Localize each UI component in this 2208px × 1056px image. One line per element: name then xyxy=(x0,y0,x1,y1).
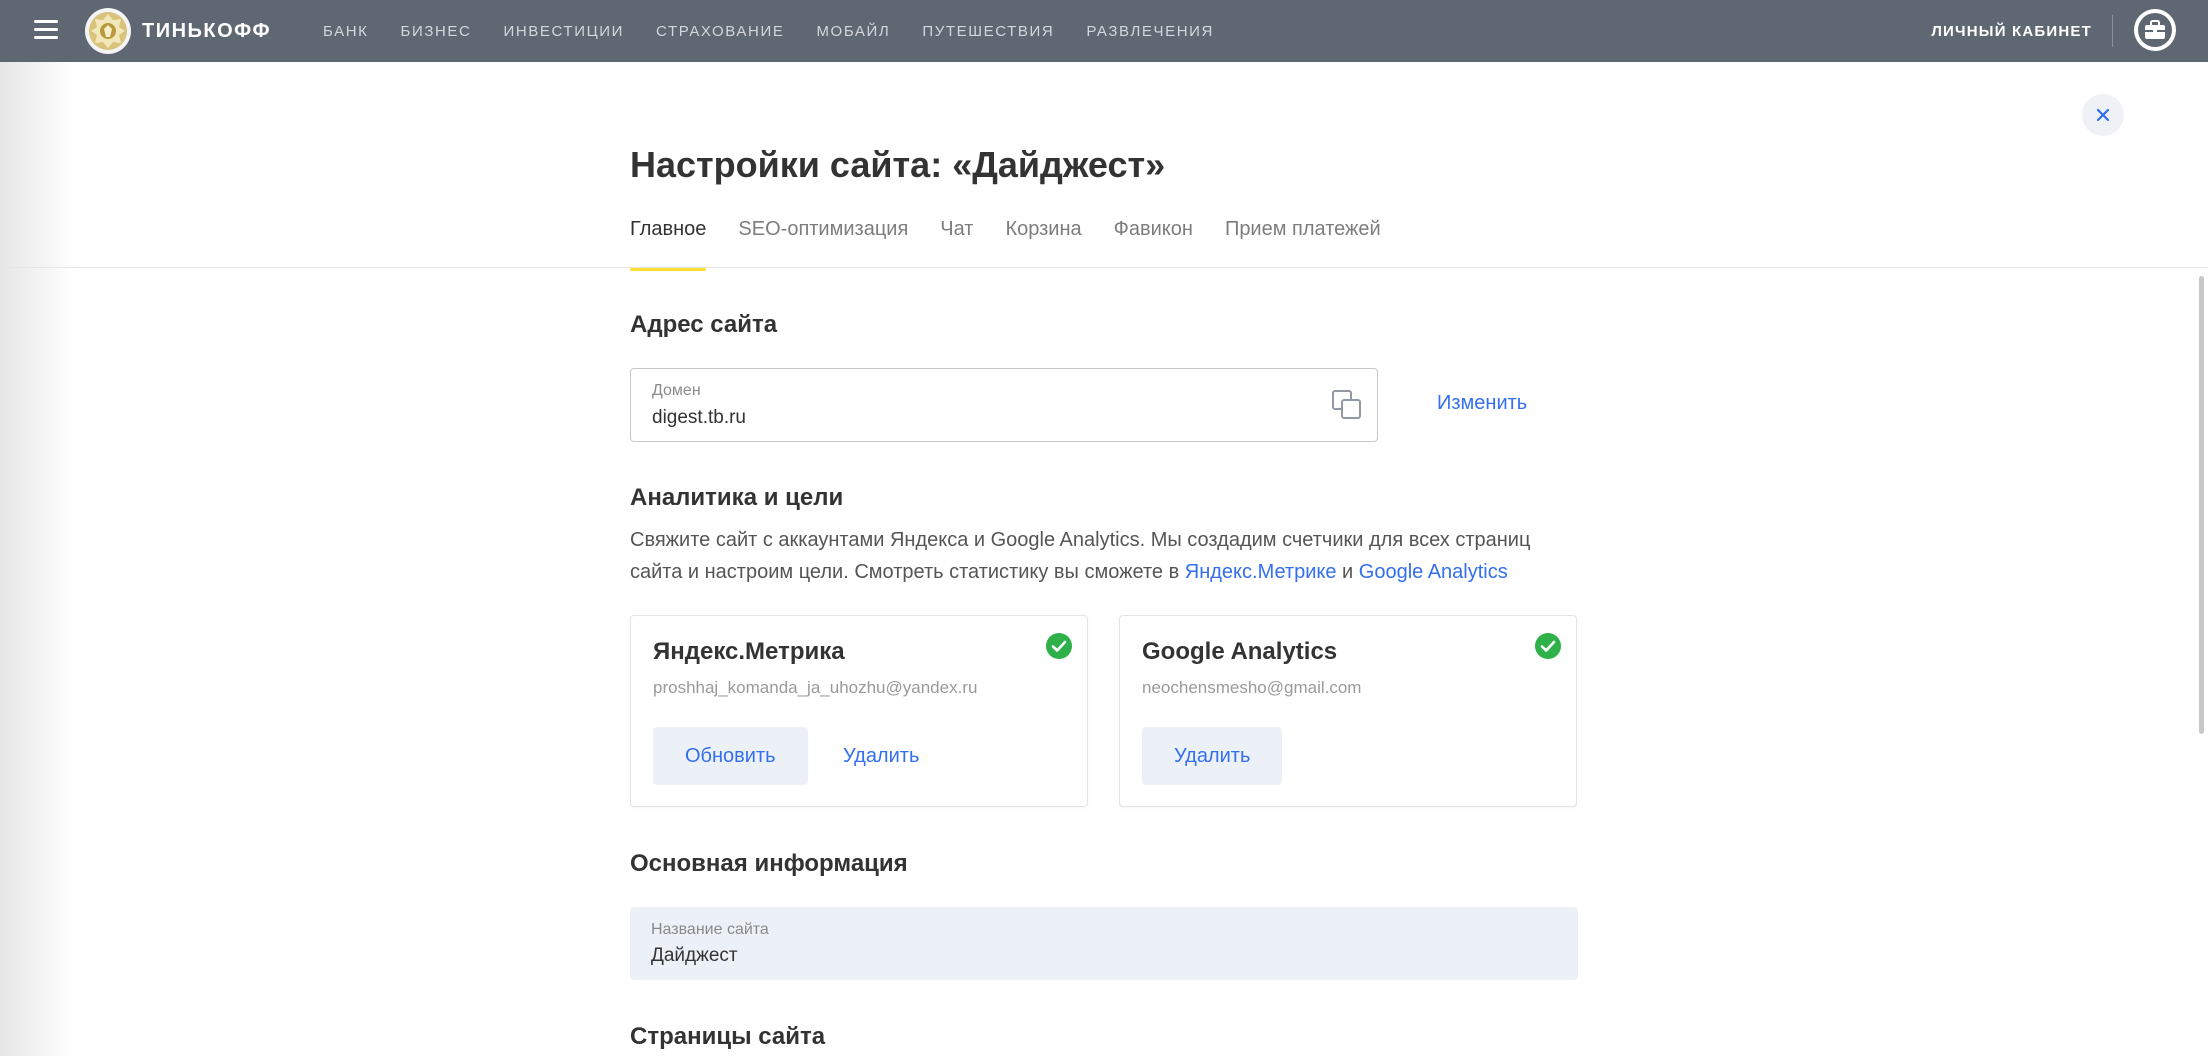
card-title: Google Analytics xyxy=(1142,638,1338,665)
nav-item-investments[interactable]: ИНВЕСТИЦИИ xyxy=(503,23,624,40)
close-button[interactable] xyxy=(2082,94,2124,136)
tab-chat[interactable]: Чат xyxy=(940,218,973,268)
page-title: Настройки сайта: «Дайджест» xyxy=(630,144,1166,185)
card-email: neochensmesho@gmail.com xyxy=(1142,678,1362,697)
briefcase-icon xyxy=(2145,20,2165,39)
brand-logo[interactable]: ТИНЬКОФФ xyxy=(84,7,271,55)
nav-item-business[interactable]: БИЗНЕС xyxy=(401,23,472,40)
section-heading-address: Адрес сайта xyxy=(630,311,778,338)
card-email: proshhaj_komanda_ja_uhozhu@yandex.ru xyxy=(653,678,978,697)
yandex-metrika-link[interactable]: Яндекс.Метрике xyxy=(1185,561,1337,583)
nav-item-travel[interactable]: ПУТЕШЕСТВИЯ xyxy=(922,23,1054,40)
top-navigation-bar: ТИНЬКОФФ БАНК БИЗНЕС ИНВЕСТИЦИИ СТРАХОВА… xyxy=(0,0,2208,62)
site-name-label: Название сайта xyxy=(651,921,769,938)
domain-field[interactable]: Домен digest.tb.ru xyxy=(630,368,1378,442)
domain-field-value: digest.tb.ru xyxy=(652,407,746,428)
tab-favicon[interactable]: Фавикон xyxy=(1114,218,1193,268)
personal-account-link[interactable]: ЛИЧНЫЙ КАБИНЕТ xyxy=(1931,0,2092,62)
section-heading-pages: Страницы сайта xyxy=(630,1023,826,1050)
analytics-description-and: и xyxy=(1336,561,1359,583)
delete-yandex-button[interactable]: Удалить xyxy=(843,727,919,785)
account-button[interactable] xyxy=(2134,9,2176,51)
nav-item-mobile[interactable]: МОБАЙЛ xyxy=(816,23,890,40)
settings-tabs: Главное SEO-оптимизация Чат Корзина Фави… xyxy=(630,218,1381,271)
nav-item-bank[interactable]: БАНК xyxy=(323,23,369,40)
hamburger-menu-icon[interactable] xyxy=(34,20,58,40)
domain-field-label: Домен xyxy=(652,382,701,399)
google-analytics-link[interactable]: Google Analytics xyxy=(1359,561,1508,583)
tab-cart[interactable]: Корзина xyxy=(1005,218,1081,268)
delete-google-button[interactable]: Удалить xyxy=(1142,727,1283,785)
site-name-value: Дайджест xyxy=(651,945,738,966)
check-circle-icon xyxy=(1535,633,1561,659)
scrollbar[interactable] xyxy=(2199,276,2204,734)
analytics-description: Свяжите сайт с аккаунтами Яндекса и Goog… xyxy=(630,524,1560,588)
section-heading-analytics: Аналитика и цели xyxy=(630,484,844,511)
main-nav: БАНК БИЗНЕС ИНВЕСТИЦИИ СТРАХОВАНИЕ МОБАЙ… xyxy=(323,0,1214,62)
section-heading-basic-info: Основная информация xyxy=(630,850,908,877)
yandex-metrika-card: Яндекс.Метрика proshhaj_komanda_ja_uhozh… xyxy=(630,615,1088,807)
tab-payments[interactable]: Прием платежей xyxy=(1225,218,1381,268)
tabs-divider xyxy=(0,267,2208,268)
tinkoff-crest-logo xyxy=(85,8,131,54)
change-domain-link[interactable]: Изменить xyxy=(1437,392,1527,415)
tab-main[interactable]: Главное xyxy=(630,218,707,271)
close-icon xyxy=(2096,108,2110,122)
site-name-field[interactable]: Название сайта Дайджест xyxy=(630,907,1578,980)
nav-item-entertainment[interactable]: РАЗВЛЕЧЕНИЯ xyxy=(1086,23,1214,40)
check-circle-icon xyxy=(1046,633,1072,659)
copy-icon[interactable] xyxy=(1331,389,1363,421)
update-button[interactable]: Обновить xyxy=(653,727,808,785)
left-overlay-shadow xyxy=(0,62,74,1056)
nav-item-insurance[interactable]: СТРАХОВАНИЕ xyxy=(656,23,784,40)
brand-name: ТИНЬКОФФ xyxy=(142,19,272,42)
tab-seo[interactable]: SEO-оптимизация xyxy=(738,218,908,268)
card-title: Яндекс.Метрика xyxy=(653,638,845,665)
google-analytics-card: Google Analytics neochensmesho@gmail.com… xyxy=(1119,615,1577,807)
topbar-divider xyxy=(2112,15,2113,47)
